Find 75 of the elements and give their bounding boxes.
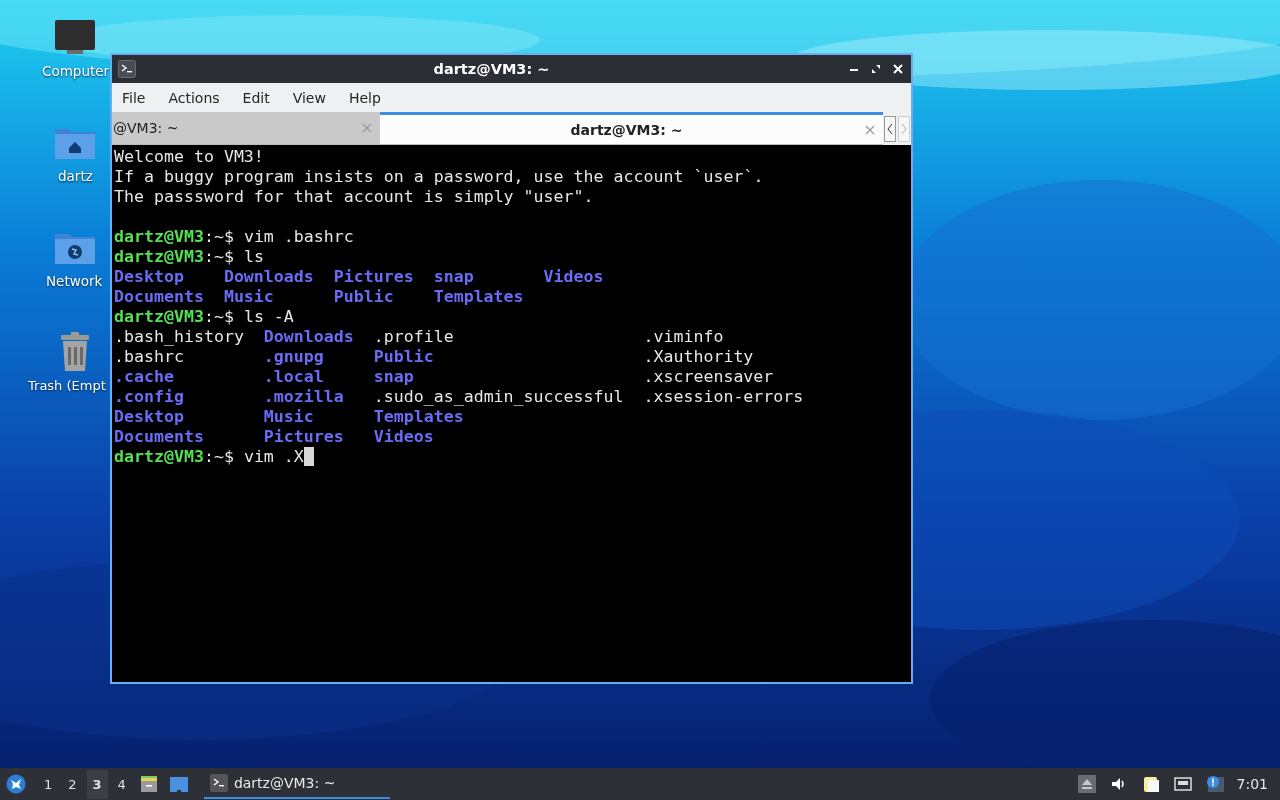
task-button[interactable]: dartz@VM3: ~ <box>203 769 390 799</box>
icon-label[interactable]: Trash (Empt <box>26 378 106 393</box>
icon-label[interactable]: Network <box>44 273 103 289</box>
desktop-icon[interactable] <box>167 774 190 794</box>
close-icon[interactable] <box>865 124 875 135</box>
command-text: ls -A <box>243 307 294 327</box>
file-name: .profile <box>373 327 454 346</box>
clock[interactable]: 7:01 <box>1236 776 1268 792</box>
file-name: .viminfo <box>643 327 724 346</box>
directory-name: Downloads <box>223 267 314 286</box>
file-name: .bashrc <box>114 347 184 366</box>
notification-icon[interactable] <box>1205 775 1224 793</box>
network-port-icon[interactable] <box>1173 775 1192 793</box>
terminal-icon <box>118 60 136 78</box>
directory-name: .cache <box>114 367 174 386</box>
directory-name: Templates <box>373 407 464 426</box>
prompt-path: :~$ <box>203 447 234 467</box>
directory-name: Videos <box>543 267 604 286</box>
prompt-path: :~$ <box>203 307 234 327</box>
command-text: ls <box>243 247 264 267</box>
directory-name: Music <box>223 287 274 306</box>
maximize-button[interactable] <box>869 62 883 76</box>
directory-name: Music <box>263 407 314 426</box>
directory-name: Documents <box>114 287 204 306</box>
menu-item[interactable]: Actions <box>168 89 220 106</box>
terminal-icon <box>209 774 228 792</box>
text-cursor <box>303 447 314 466</box>
directory-name: .gnupg <box>263 347 324 366</box>
directory-name: .mozilla <box>263 387 344 406</box>
tab[interactable]: dartz@VM3: ~ <box>380 112 883 145</box>
window-title: dartz@VM3: ~ <box>432 61 551 77</box>
directory-name: Desktop <box>114 267 184 286</box>
directory-name: .local <box>263 367 324 386</box>
directory-name: Videos <box>373 427 434 446</box>
output-text: If a buggy program insists on a password, use the account `user`. <box>114 167 764 187</box>
close-button[interactable] <box>891 62 905 76</box>
prompt-text: dartz@VM3 <box>114 247 204 267</box>
workspace-button[interactable]: 4 <box>111 769 132 799</box>
directory-name: .config <box>114 387 184 406</box>
prompt-text: dartz@VM3 <box>114 307 204 327</box>
directory-name: snap <box>373 367 414 386</box>
directory-name: Pictures <box>263 427 344 446</box>
directory-name: snap <box>433 267 474 286</box>
menu-item[interactable]: File <box>122 89 146 106</box>
file-name: .Xauthority <box>643 347 754 366</box>
directory-name: Templates <box>433 287 524 306</box>
prompt-text: dartz@VM3 <box>114 447 204 467</box>
directory-name: Desktop <box>114 407 184 426</box>
clipboard-icon[interactable] <box>1141 775 1160 793</box>
directory-name: Downloads <box>263 327 354 346</box>
directory-name: Public <box>373 347 434 366</box>
command-text: vim .bashrc <box>243 227 354 247</box>
prompt-path: :~$ <box>203 247 234 267</box>
prompt-path: :~$ <box>203 227 234 247</box>
menu-item[interactable]: View <box>292 89 326 106</box>
eject-icon[interactable] <box>1077 775 1096 793</box>
prompt-text: dartz@VM3 <box>114 227 204 247</box>
directory-name: Public <box>333 287 394 306</box>
start-menu-icon[interactable] <box>6 774 26 794</box>
menu-item[interactable]: Help <box>348 89 381 106</box>
workspace-button[interactable]: 3 <box>86 769 108 799</box>
file-name: .xsession-errors <box>643 387 804 406</box>
output-text: Welcome to VM3! <box>114 147 264 167</box>
output-text: The passsword for that account is simply "user". <box>114 187 594 207</box>
menu-item[interactable]: Edit <box>242 89 270 106</box>
directory-name: Pictures <box>333 267 414 286</box>
file-name: .xscreensaver <box>643 367 774 386</box>
command-text: vim .X <box>243 447 304 467</box>
workspace-button[interactable]: 2 <box>62 769 83 799</box>
file-name: .bash_history <box>114 327 244 346</box>
tab[interactable]: @VM3: ~ <box>112 112 380 145</box>
directory-name: Documents <box>114 427 204 446</box>
tab-scroll-left-button[interactable] <box>884 115 896 142</box>
workspace-button[interactable]: 1 <box>38 769 59 799</box>
file-name: .sudo_as_admin_successful <box>373 387 624 406</box>
